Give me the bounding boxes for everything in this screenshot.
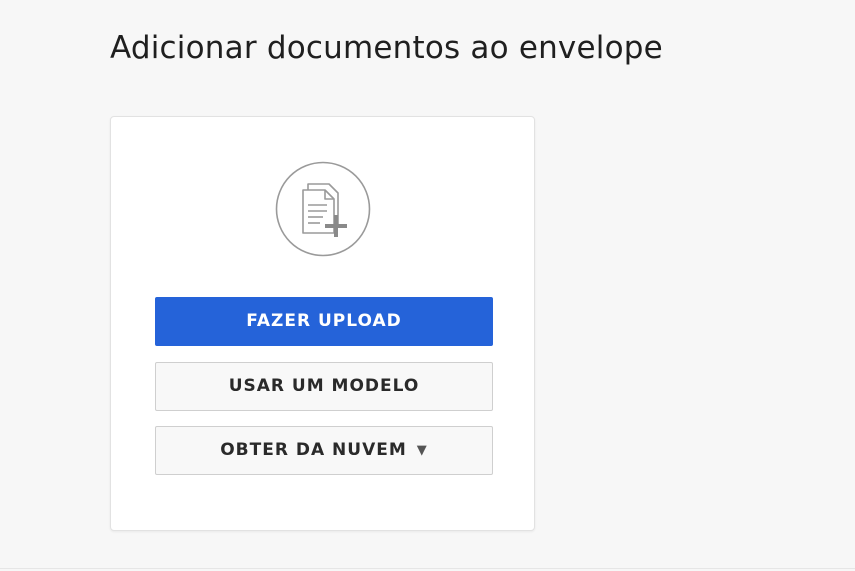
get-from-cloud-button-label: OBTER DA NUVEM [220,440,407,460]
page-title: Adicionar documentos ao envelope [110,30,663,66]
caret-down-icon: ▼ [416,443,428,458]
bottom-divider [0,568,855,569]
add-documents-card: FAZER UPLOAD USAR UM MODELO OBTER DA NUV… [110,116,535,531]
get-from-cloud-button[interactable]: OBTER DA NUVEM ▼ [155,426,493,475]
upload-button-label: FAZER UPLOAD [246,311,402,331]
use-template-button-label: USAR UM MODELO [228,376,420,396]
upload-button[interactable]: FAZER UPLOAD [155,297,493,346]
document-add-icon [275,161,371,257]
use-template-button[interactable]: USAR UM MODELO [155,362,493,411]
